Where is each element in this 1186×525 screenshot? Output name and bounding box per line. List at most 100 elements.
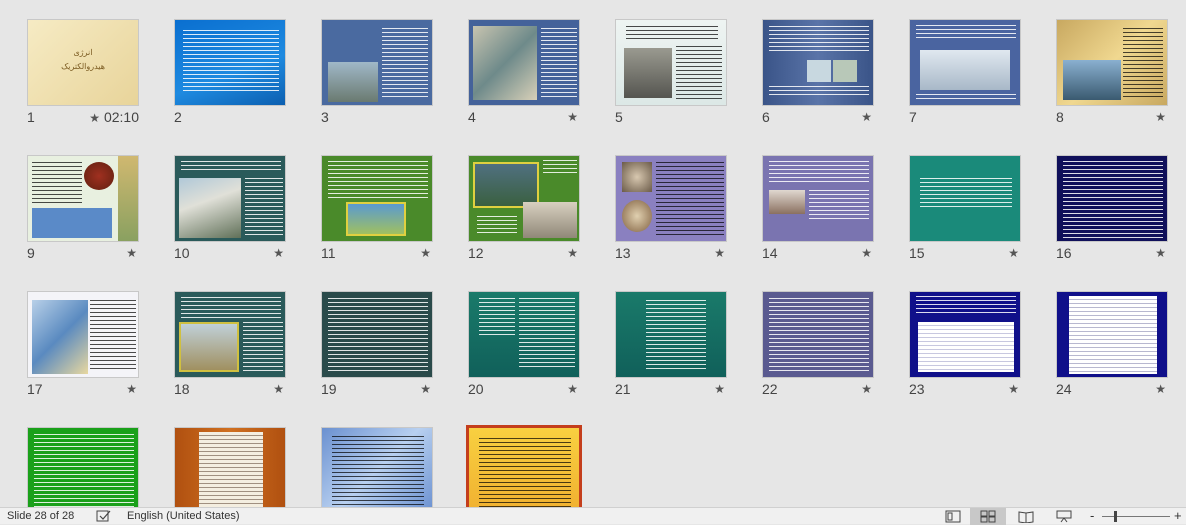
transition-star-icon: ★ bbox=[714, 246, 725, 260]
status-bar: Slide 28 of 28 English (United States) -… bbox=[0, 507, 1186, 525]
slide-thumbnail[interactable] bbox=[762, 19, 874, 106]
slide-number: 13 bbox=[615, 245, 631, 261]
normal-view-icon bbox=[945, 510, 961, 523]
slide-11[interactable]: 11 ★ bbox=[321, 155, 433, 261]
slide-thumbnail[interactable] bbox=[615, 291, 727, 378]
slide-thumbnail[interactable] bbox=[174, 427, 286, 507]
zoom-in-button[interactable]: + bbox=[1174, 508, 1182, 523]
slide-17[interactable]: 17 ★ bbox=[27, 291, 139, 397]
slide-sorter-view-button[interactable] bbox=[970, 508, 1006, 525]
slide-22[interactable]: 22 ★ bbox=[762, 291, 874, 397]
slide-20[interactable]: 20 ★ bbox=[468, 291, 580, 397]
slide-thumbnail[interactable] bbox=[321, 291, 433, 378]
slide-number: 4 bbox=[468, 109, 476, 125]
slide-27[interactable] bbox=[321, 427, 433, 507]
slide-thumbnail[interactable] bbox=[321, 155, 433, 242]
slide-5[interactable]: 5 bbox=[615, 19, 727, 125]
slide-thumbnail[interactable] bbox=[1056, 291, 1168, 378]
slide-number: 12 bbox=[468, 245, 484, 261]
slide-number: 11 bbox=[321, 245, 336, 261]
slide-28[interactable] bbox=[466, 425, 582, 507]
slide-thumbnail[interactable] bbox=[1056, 19, 1168, 106]
slide-16[interactable]: 16 ★ bbox=[1056, 155, 1168, 261]
slide-14[interactable]: 14 ★ bbox=[762, 155, 874, 261]
transition-star-icon: ★ bbox=[567, 382, 578, 396]
slide-23[interactable]: 23 ★ bbox=[909, 291, 1021, 397]
slide-19[interactable]: 19 ★ bbox=[321, 291, 433, 397]
transition-star-icon: ★ bbox=[861, 110, 872, 124]
slide-2[interactable]: 2 bbox=[174, 19, 286, 125]
spell-check-icon[interactable] bbox=[95, 509, 113, 523]
transition-star-icon: ★ bbox=[273, 246, 284, 260]
transition-star-icon: ★ bbox=[1155, 382, 1166, 396]
slide-thumbnail[interactable] bbox=[27, 155, 139, 242]
language-indicator[interactable]: English (United States) bbox=[127, 510, 240, 522]
slide-thumbnail[interactable] bbox=[909, 19, 1021, 106]
slide-thumbnail-selected[interactable] bbox=[466, 425, 582, 507]
slide-4[interactable]: 4 ★ bbox=[468, 19, 580, 125]
reading-view-button[interactable] bbox=[1008, 508, 1044, 525]
slide-number: 14 bbox=[762, 245, 778, 261]
slide-number: 16 bbox=[1056, 245, 1072, 261]
slide-number: 6 bbox=[762, 109, 770, 125]
zoom-slider-thumb[interactable] bbox=[1114, 511, 1117, 522]
slide-thumbnail[interactable] bbox=[909, 291, 1021, 378]
slide-1[interactable]: انرژی هیدروالکتریک 1 ★ 02:10 bbox=[27, 19, 139, 125]
slide-thumbnail[interactable] bbox=[615, 19, 727, 106]
slide-thumbnail[interactable] bbox=[468, 291, 580, 378]
slide-9[interactable]: 9 ★ bbox=[27, 155, 139, 261]
slide-21[interactable]: 21 ★ bbox=[615, 291, 727, 397]
slide-24[interactable]: 24 ★ bbox=[1056, 291, 1168, 397]
slide-thumbnail[interactable] bbox=[1056, 155, 1168, 242]
transition-star-icon: ★ bbox=[420, 246, 431, 260]
slide-number: 7 bbox=[909, 109, 917, 125]
slide-thumbnail[interactable] bbox=[615, 155, 727, 242]
slide-number: 17 bbox=[27, 381, 43, 397]
slide-thumbnail[interactable] bbox=[468, 155, 580, 242]
zoom-slider-track[interactable] bbox=[1102, 516, 1170, 517]
slide-thumbnail[interactable] bbox=[321, 427, 433, 507]
slide-thumbnail[interactable] bbox=[762, 155, 874, 242]
slide-number: 19 bbox=[321, 381, 337, 397]
normal-view-button[interactable] bbox=[935, 508, 971, 525]
transition-star-icon: ★ bbox=[1008, 246, 1019, 260]
slide-number: 24 bbox=[1056, 381, 1072, 397]
transition-star-icon: ★ bbox=[1008, 382, 1019, 396]
slide-title-line: هیدروالکتریک bbox=[61, 62, 105, 71]
slide-7[interactable]: 7 bbox=[909, 19, 1021, 125]
slide-12[interactable]: 12 ★ bbox=[468, 155, 580, 261]
slide-13[interactable]: 13 ★ bbox=[615, 155, 727, 261]
slide-3[interactable]: 3 bbox=[321, 19, 433, 125]
slide-26[interactable] bbox=[174, 427, 286, 507]
transition-star-icon: ★ bbox=[861, 246, 872, 260]
slide-10[interactable]: 10 ★ bbox=[174, 155, 286, 261]
slide-number: 22 bbox=[762, 381, 778, 397]
slide-6[interactable]: 6 ★ bbox=[762, 19, 874, 125]
slide-thumbnail[interactable] bbox=[321, 19, 433, 106]
slide-thumbnail[interactable] bbox=[468, 19, 580, 106]
slide-thumbnail[interactable] bbox=[27, 291, 139, 378]
slideshow-button[interactable] bbox=[1046, 508, 1082, 525]
slide-thumbnail[interactable] bbox=[27, 427, 139, 507]
slide-sorter-pane: انرژی هیدروالکتریک 1 ★ 02:10 2 3 4 ★ 5 6… bbox=[0, 0, 1186, 507]
transition-star-icon: ★ bbox=[126, 382, 137, 396]
slide-title-line: انرژی bbox=[73, 48, 93, 57]
slide-thumbnail[interactable]: انرژی هیدروالکتریک bbox=[27, 19, 139, 106]
slide-8[interactable]: 8 ★ bbox=[1056, 19, 1168, 125]
slide-number: 18 bbox=[174, 381, 190, 397]
zoom-out-button[interactable]: - bbox=[1090, 508, 1094, 523]
slide-25[interactable] bbox=[27, 427, 139, 507]
slide-thumbnail[interactable] bbox=[174, 19, 286, 106]
reading-view-icon bbox=[1018, 511, 1034, 523]
slideshow-icon bbox=[1056, 510, 1072, 523]
slide-thumbnail[interactable] bbox=[174, 291, 286, 378]
slide-15[interactable]: 15 ★ bbox=[909, 155, 1021, 261]
slide-thumbnail[interactable] bbox=[909, 155, 1021, 242]
transition-star-icon: ★ bbox=[861, 382, 872, 396]
slide-indicator[interactable]: Slide 28 of 28 bbox=[7, 510, 74, 522]
slide-thumbnail[interactable] bbox=[762, 291, 874, 378]
slide-thumbnail[interactable] bbox=[174, 155, 286, 242]
timing-value: 02:10 bbox=[103, 109, 139, 125]
slide-18[interactable]: 18 ★ bbox=[174, 291, 286, 397]
slide-number: 3 bbox=[321, 109, 329, 125]
